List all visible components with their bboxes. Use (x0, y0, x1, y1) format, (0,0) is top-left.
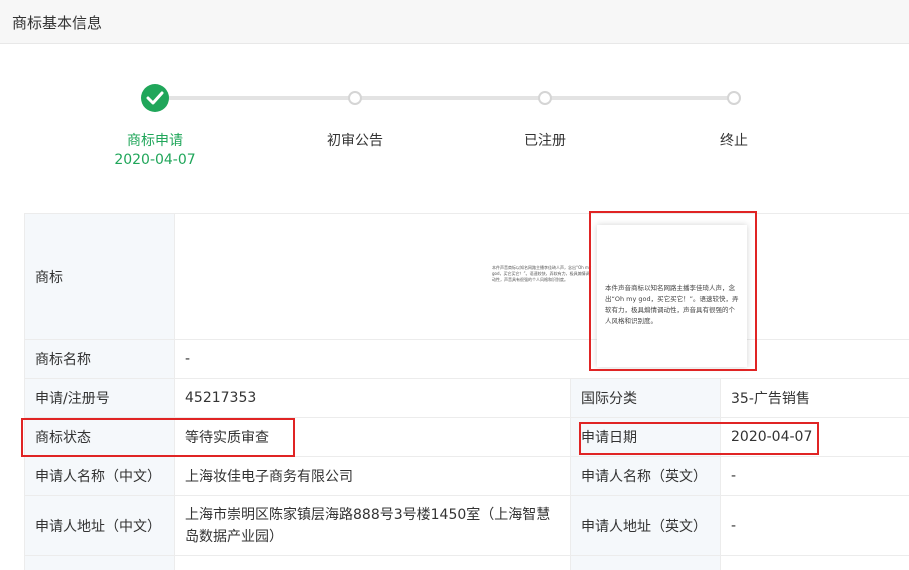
highlight-box (589, 211, 757, 371)
address-en-label: 申请人地址（英文） (570, 495, 721, 556)
applicant-cn-link[interactable]: 上海妆佳电子商务有限公司 (174, 456, 571, 496)
step-dot-icon (538, 91, 552, 105)
trademark-thumbnail[interactable]: 本件声音商标以知名网路主播李佳琦人声，念出“Oh my god，买它买它！”。语… (492, 265, 592, 283)
highlight-box (579, 422, 819, 455)
reg-no-label: 申请/注册号 (24, 378, 175, 418)
step-label: 初审公告 (327, 133, 383, 149)
empty-label (570, 555, 721, 570)
applicant-en-value: - (720, 456, 909, 496)
step-date: 2020-04-07 (114, 152, 196, 168)
progress-steps: 商标申请 2020-04-07 初审公告 已注册 终止 (0, 80, 909, 180)
step-label: 终止 (720, 133, 748, 149)
section-title: 商标基本信息 (12, 14, 103, 32)
address-cn-value: 上海市崇明区陈家镇层海路888号3号楼1450室（上海智慧岛数据产业园） (174, 495, 571, 556)
empty-cell (174, 555, 571, 570)
intl-class-value: 35-广告销售 (720, 378, 909, 418)
trademark-info-table: 商标 商标名称 - 申请/注册号 45217353 国际分类 35-广告销售 商… (24, 213, 909, 570)
section-header: 商标基本信息 (0, 0, 909, 44)
applicant-cn-label: 申请人名称（中文） (24, 456, 175, 496)
reg-no-value: 45217353 (174, 378, 571, 418)
name-label: 商标名称 (24, 339, 175, 379)
table-row (24, 555, 909, 570)
table-row: 申请/注册号 45217353 国际分类 35-广告销售 (24, 378, 909, 418)
highlight-box (21, 418, 295, 457)
address-en-value: - (720, 495, 909, 556)
table-row: 申请人名称（中文） 上海妆佳电子商务有限公司 申请人名称（英文） - (24, 456, 909, 496)
intl-class-label: 国际分类 (570, 378, 721, 418)
step-connector (155, 96, 728, 100)
name-value: - (174, 339, 909, 379)
empty-label (24, 555, 175, 570)
empty-cell (720, 555, 909, 570)
address-cn-label: 申请人地址（中文） (24, 495, 175, 556)
table-row: 商标 (24, 213, 909, 340)
applicant-en-label: 申请人名称（英文） (570, 456, 721, 496)
table-row: 商标名称 - (24, 339, 909, 379)
table-row: 申请人地址（中文） 上海市崇明区陈家镇层海路888号3号楼1450室（上海智慧岛… (24, 495, 909, 556)
check-circle-icon (141, 84, 169, 112)
step-dot-icon (348, 91, 362, 105)
step-label: 已注册 (524, 133, 566, 149)
step-dot-icon (727, 91, 741, 105)
trademark-label: 商标 (24, 213, 175, 340)
step-label: 商标申请 (127, 133, 183, 149)
